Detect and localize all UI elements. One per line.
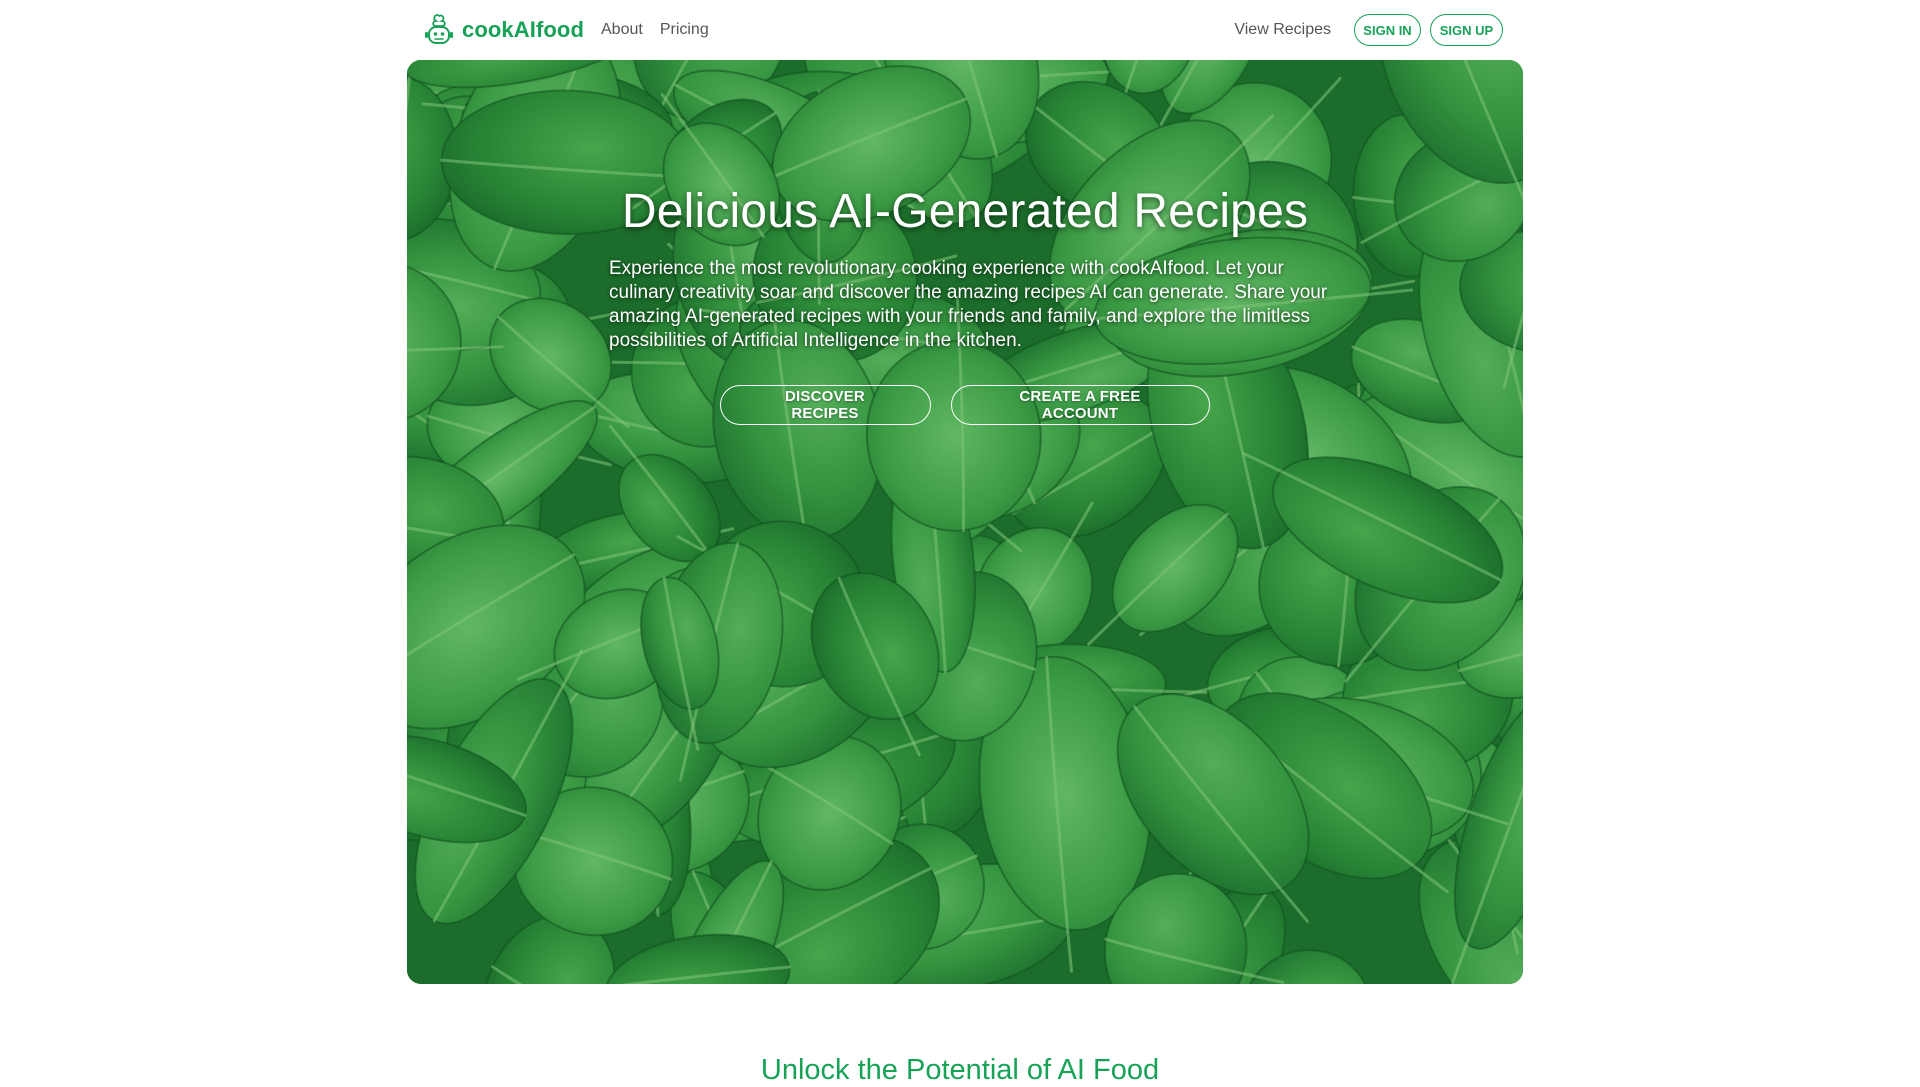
section-heading: Unlock the Potential of AI Food [760,1054,1160,1087]
chef-robot-icon [425,14,453,44]
sign-in-button[interactable]: SIGN IN [1354,14,1421,46]
nav-view-recipes-link[interactable]: View Recipes [1234,20,1331,40]
hero-title: Delicious AI-Generated Recipes [621,185,1309,239]
top-navbar: cookAIfood About Pricing View Recipes SI… [0,0,1920,60]
hero-actions: DISCOVER RECIPES CREATE A FREE ACCOUNT [407,385,1523,425]
hero-banner: Delicious AI-Generated Recipes Experienc… [407,60,1523,984]
discover-recipes-button[interactable]: DISCOVER RECIPES [719,385,931,425]
primary-nav: About Pricing [601,20,709,40]
create-account-button[interactable]: CREATE A FREE ACCOUNT [950,385,1210,425]
account-nav: View Recipes SIGN IN SIGN UP [1234,14,1503,46]
brand-name[interactable]: cookAIfood [462,17,584,43]
nav-about-link[interactable]: About [601,20,643,40]
nav-pricing-link[interactable]: Pricing [660,20,709,40]
sign-up-button[interactable]: SIGN UP [1430,14,1503,46]
brand-logo-link[interactable]: cookAIfood [424,13,584,47]
hero-description: Experience the most revolutionary cookin… [609,258,1328,351]
